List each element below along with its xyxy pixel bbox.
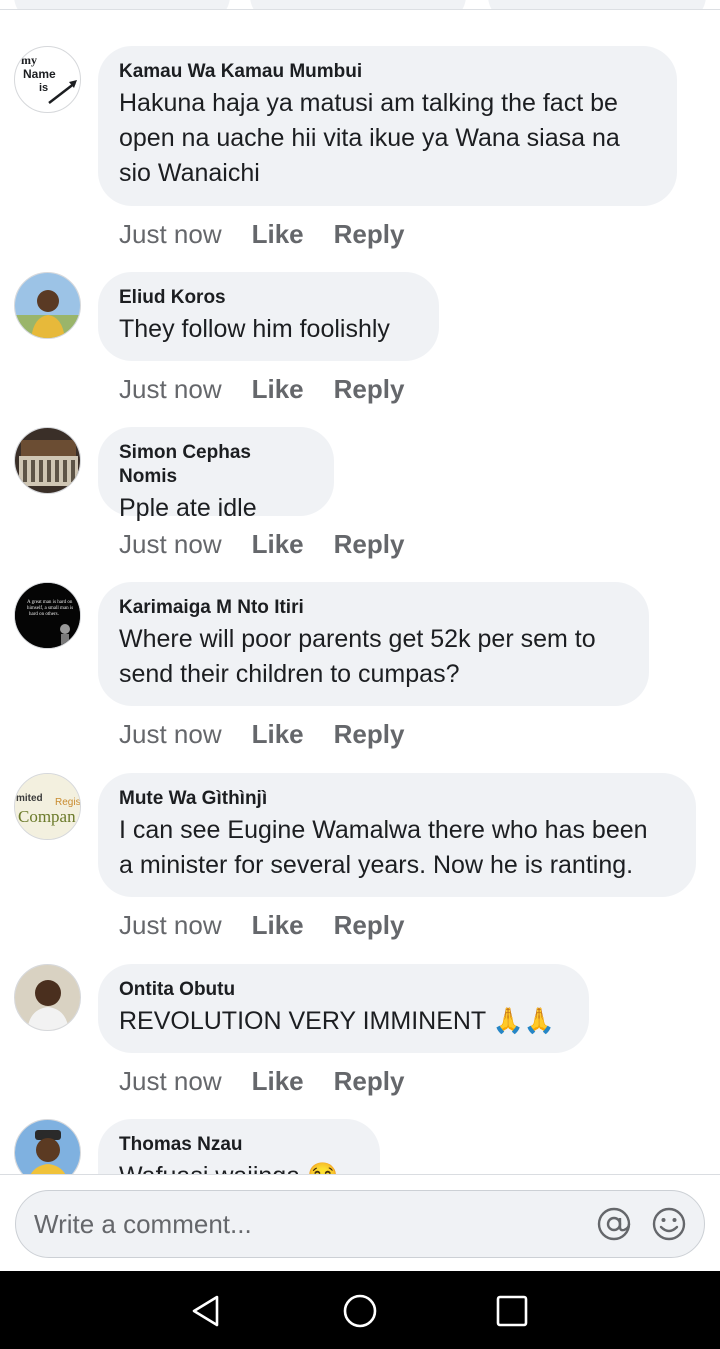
comment-author[interactable]: Simon Cephas Nomis (119, 441, 312, 489)
reply-button[interactable]: Reply (334, 374, 405, 404)
reply-button[interactable]: Reply (334, 1066, 405, 1096)
like-button[interactable]: Like (252, 374, 304, 404)
system-navigation-bar (0, 1271, 720, 1349)
reply-button[interactable]: Reply (334, 910, 405, 940)
comment-composer-bar (0, 1174, 720, 1271)
circle-home-icon[interactable] (342, 1293, 378, 1329)
svg-text:himself, a small man is: himself, a small man is (27, 606, 73, 611)
comment-text: They follow him foolishly (119, 315, 390, 343)
svg-text:hard on others.: hard on others. (29, 612, 59, 617)
previous-pill (488, 0, 706, 9)
comment-text: Where will poor parents get 52k per sem … (119, 625, 596, 688)
avatar[interactable]: mited Regis Compan (14, 773, 81, 840)
comment-timestamp[interactable]: Just now (119, 529, 222, 559)
svg-text:my: my (21, 53, 37, 67)
man-photo-avatar-icon (15, 1120, 80, 1174)
comment-text: Pple ate idle (119, 494, 257, 522)
svg-text:A great man is hard on: A great man is hard on (27, 600, 73, 605)
building-photo-avatar-icon (15, 428, 80, 493)
comment-text: I can see Eugine Wamalwa there who has b… (119, 816, 648, 879)
smiley-icon[interactable] (651, 1206, 687, 1242)
comment-author[interactable]: Thomas Nzau (119, 1133, 358, 1157)
like-button[interactable]: Like (252, 719, 304, 749)
avatar[interactable] (14, 1119, 81, 1174)
comment-feed: my Name is Kamau Wa Kamau Mumbui Hakuna … (0, 10, 720, 1174)
comment-text: Wafuasi wajinga 😂 (119, 1159, 358, 1174)
comment-composer[interactable] (15, 1190, 705, 1258)
comment-author[interactable]: Mute Wa Gìthìnjì (119, 787, 674, 811)
reply-button[interactable]: Reply (334, 529, 405, 559)
reply-button[interactable]: Reply (334, 719, 405, 749)
comment-timestamp[interactable]: Just now (119, 374, 222, 404)
comment-timestamp[interactable]: Just now (119, 910, 222, 940)
comment-author[interactable]: Eliud Koros (119, 286, 417, 310)
comment-actions: Just now Like Reply (119, 219, 404, 249)
comment-actions: Just now Like Reply (119, 529, 404, 559)
comment-bubble[interactable]: Thomas Nzau Wafuasi wajinga 😂 (98, 1119, 380, 1174)
avatar[interactable] (14, 964, 81, 1031)
person-photo-avatar-icon (15, 965, 80, 1030)
reply-button[interactable]: Reply (334, 219, 405, 249)
previous-pill (250, 0, 466, 9)
comment-actions: Just now Like Reply (119, 719, 404, 749)
comment-actions: Just now Like Reply (119, 910, 404, 940)
child-photo-avatar-icon (15, 273, 80, 338)
comment-author[interactable]: Ontita Obutu (119, 978, 567, 1002)
like-button[interactable]: Like (252, 219, 304, 249)
svg-text:is: is (39, 82, 48, 94)
comment-bubble[interactable]: Eliud Koros They follow him foolishly (98, 272, 439, 361)
word-cloud-avatar-icon: mited Regis Compan (15, 774, 80, 839)
comment-bubble[interactable]: Simon Cephas Nomis Pple ate idle (98, 427, 334, 522)
comment-timestamp[interactable]: Just now (119, 219, 222, 249)
like-button[interactable]: Like (252, 1066, 304, 1096)
comment-actions: Just now Like Reply (119, 374, 404, 404)
square-recents-icon[interactable] (494, 1293, 530, 1329)
comment-timestamp[interactable]: Just now (119, 719, 222, 749)
comment-bubble[interactable]: Kamau Wa Kamau Mumbui Hakuna haja ya mat… (98, 46, 677, 206)
comment-bubble[interactable]: Karimaiga M Nto Itiri Where will poor pa… (98, 582, 649, 706)
previous-comment-actions-strip (0, 0, 720, 10)
svg-text:Compan: Compan (18, 807, 76, 826)
quote-avatar-icon: A great man is hard on himself, a small … (15, 583, 80, 648)
comment-text: Hakuna haja ya matusi am talking the fac… (119, 89, 620, 187)
comment-input[interactable] (34, 1191, 574, 1257)
avatar[interactable] (14, 427, 81, 494)
svg-text:Name: Name (23, 67, 56, 81)
comment-timestamp[interactable]: Just now (119, 1066, 222, 1096)
like-button[interactable]: Like (252, 529, 304, 559)
avatar[interactable]: my Name is (14, 46, 81, 113)
comment-bubble[interactable]: Ontita Obutu REVOLUTION VERY IMMINENT 🙏🙏 (98, 964, 589, 1053)
comment-actions: Just now Like Reply (119, 1066, 404, 1096)
avatar[interactable]: A great man is hard on himself, a small … (14, 582, 81, 649)
my-name-is-avatar-icon: my Name is (21, 53, 77, 104)
avatar[interactable] (14, 272, 81, 339)
comment-author[interactable]: Karimaiga M Nto Itiri (119, 596, 627, 620)
comment-bubble[interactable]: Mute Wa Gìthìnjì I can see Eugine Wamalw… (98, 773, 696, 897)
like-button[interactable]: Like (252, 910, 304, 940)
previous-pill (14, 0, 230, 9)
at-icon[interactable] (596, 1206, 632, 1242)
comment-text: REVOLUTION VERY IMMINENT 🙏🙏 (119, 1007, 555, 1035)
svg-text:mited: mited (16, 793, 43, 804)
comment-author[interactable]: Kamau Wa Kamau Mumbui (119, 60, 655, 84)
triangle-back-icon[interactable] (188, 1293, 224, 1329)
